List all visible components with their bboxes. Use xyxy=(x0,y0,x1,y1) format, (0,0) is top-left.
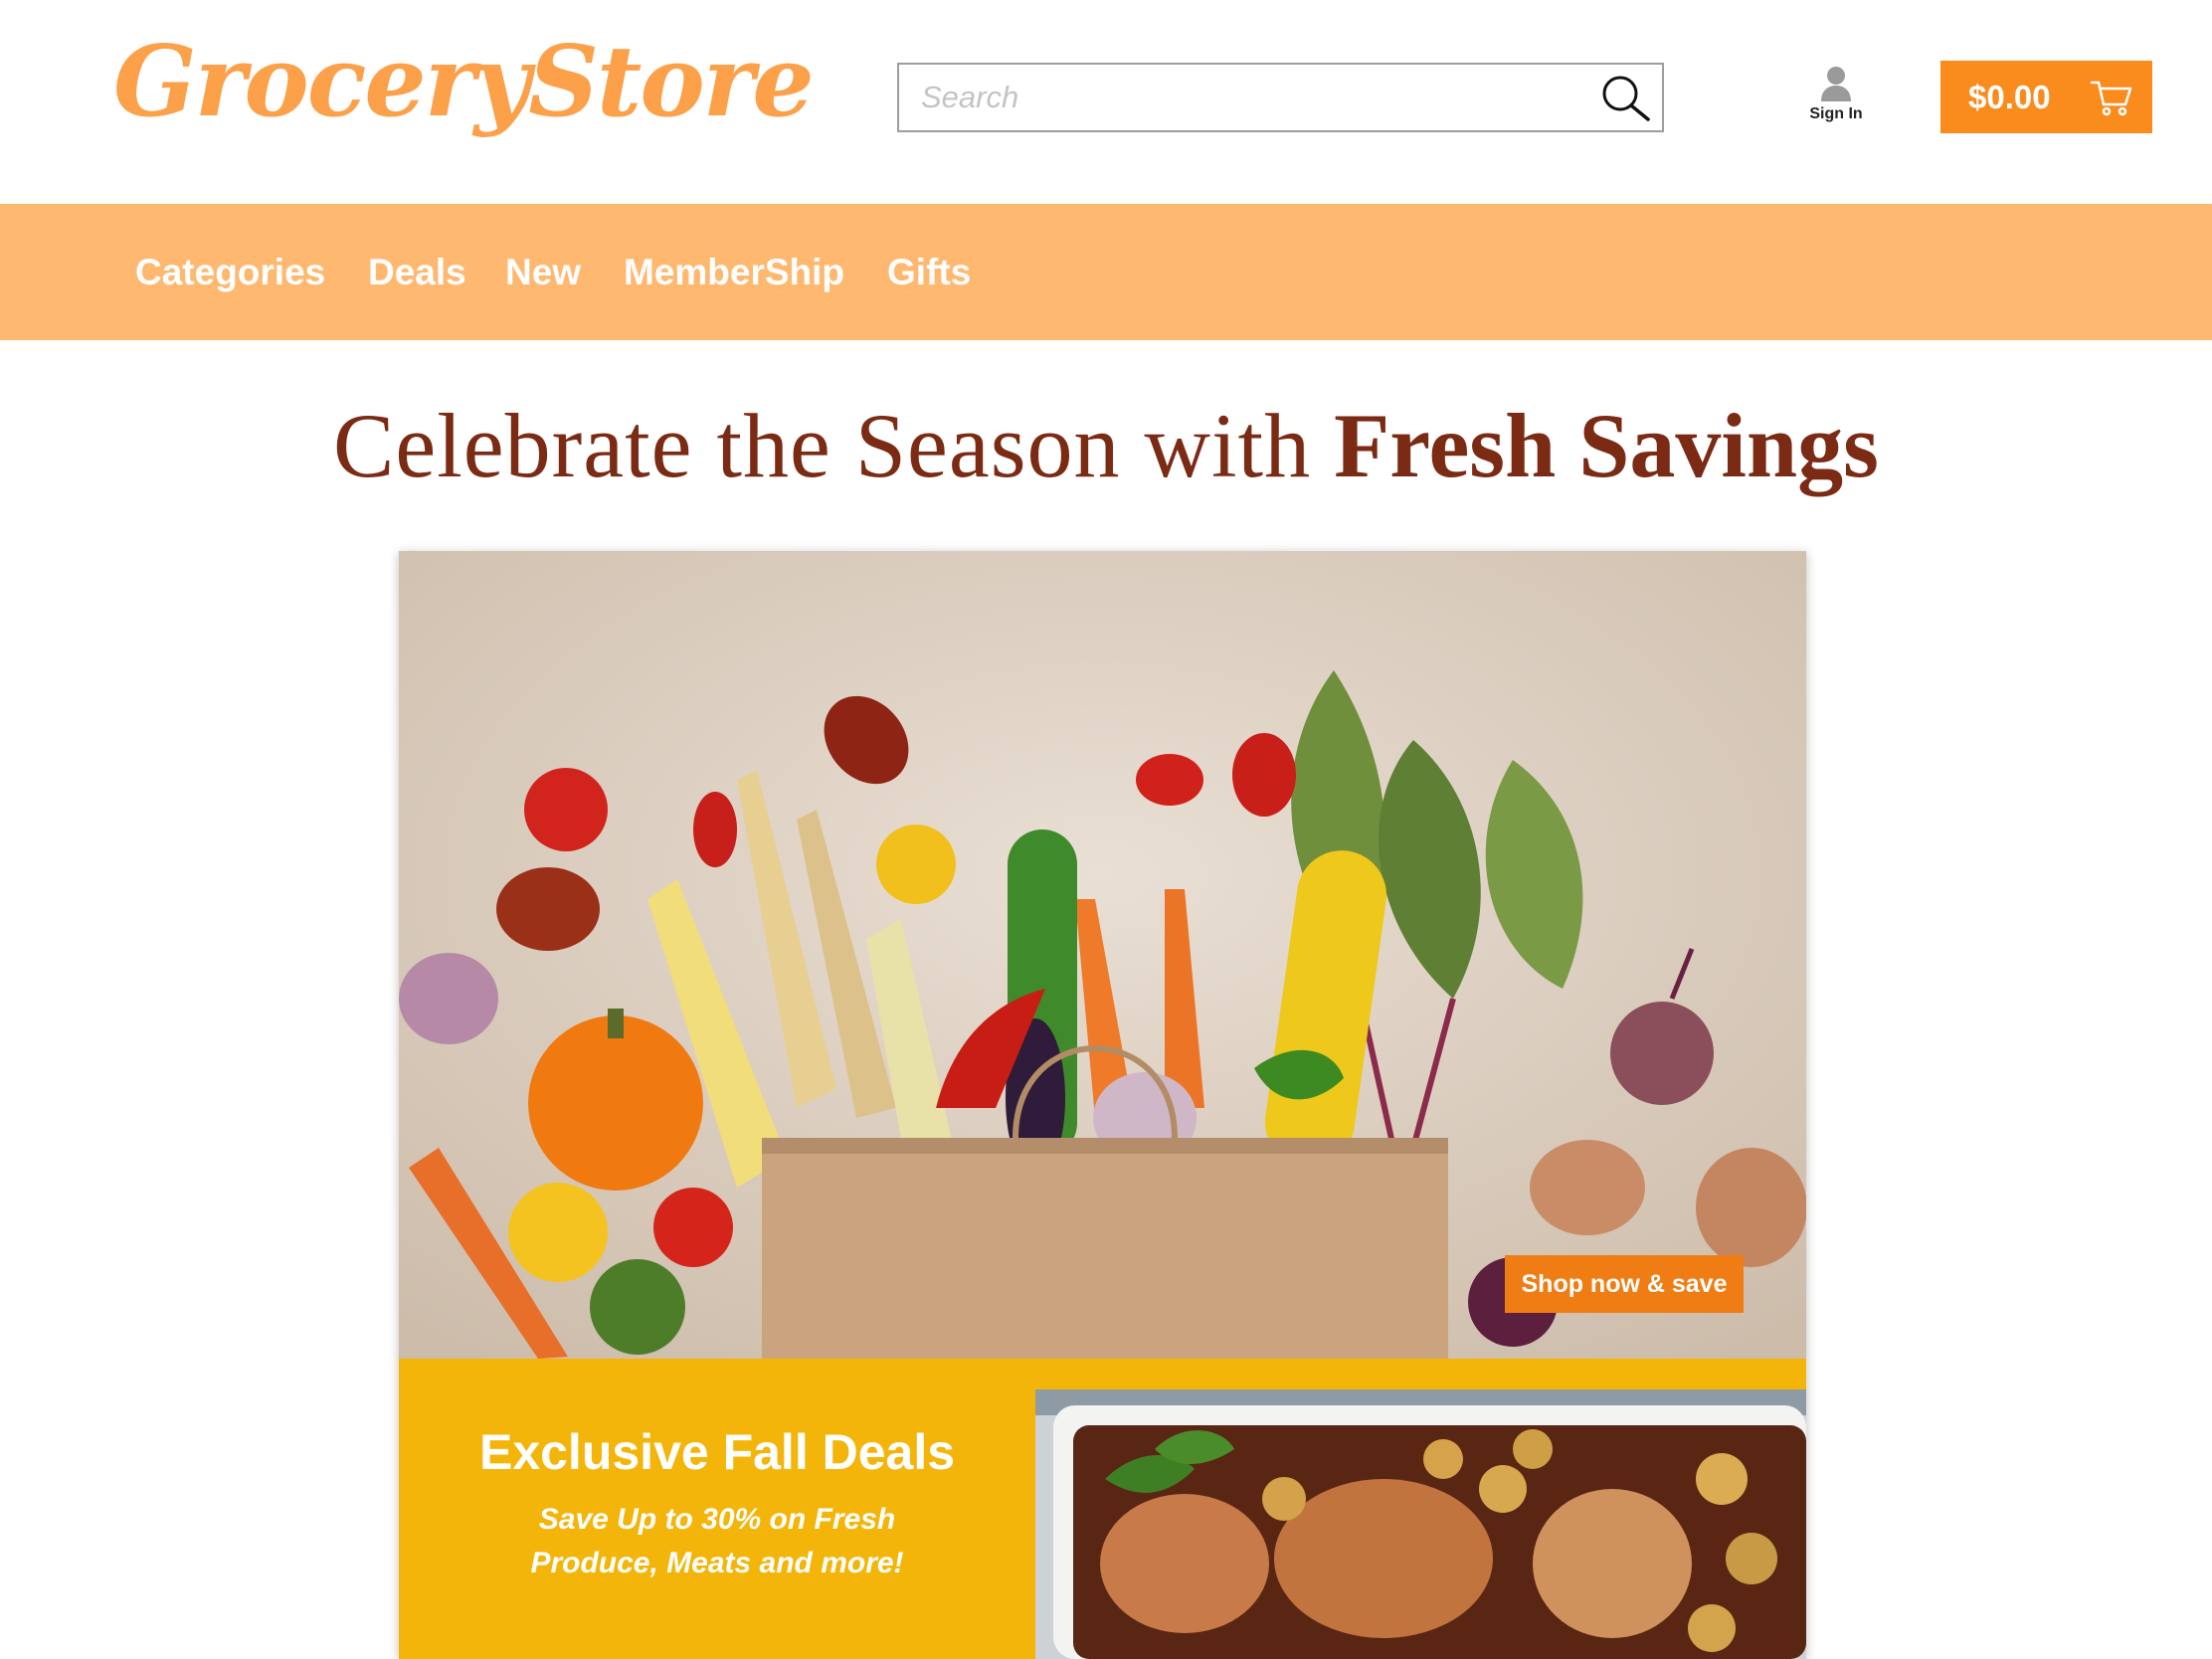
roast-chicken-image xyxy=(1035,1389,1806,1659)
site-header: GroceryStore Sign In $0.00 xyxy=(0,0,2212,204)
nav-item-gifts[interactable]: Gifts xyxy=(887,204,971,340)
store-logo[interactable]: GroceryStore xyxy=(113,18,815,147)
search-icon xyxy=(1602,76,1650,121)
search-input[interactable] xyxy=(899,65,1575,130)
nav-item-categories[interactable]: Categories xyxy=(135,204,325,340)
page-headline: Celebrate the Season with Fresh Savings xyxy=(0,386,2212,505)
cart-total: $0.00 xyxy=(1968,79,2051,115)
hero-banner: Shop now & save Exclusive Fall Deals Sav… xyxy=(399,551,1806,1659)
search-button[interactable] xyxy=(1596,71,1654,124)
shop-now-button[interactable]: Shop now & save xyxy=(1505,1255,1744,1313)
sign-in-button[interactable]: Sign In xyxy=(1796,66,1876,135)
deal-subtitle: Save Up to 30% on Fresh Produce, Meats a… xyxy=(530,1503,904,1579)
sign-in-label: Sign In xyxy=(1809,105,1863,122)
produce-bag-image xyxy=(399,551,1806,1359)
nav-item-new[interactable]: New xyxy=(505,204,581,340)
deal-title: Exclusive Fall Deals xyxy=(478,1424,956,1480)
search-bar xyxy=(897,63,1664,132)
nav-item-membership[interactable]: MemberShip xyxy=(624,204,844,340)
cart-button[interactable]: $0.00 xyxy=(1940,61,2152,133)
headline-text: Celebrate the Season with xyxy=(333,395,1312,496)
shopping-cart-icon xyxy=(2090,81,2132,116)
main-nav: Categories Deals New MemberShip Gifts xyxy=(0,204,2212,340)
nav-item-deals[interactable]: Deals xyxy=(368,204,466,340)
user-icon xyxy=(1821,67,1851,101)
headline-emphasis: Fresh Savings xyxy=(1334,395,1879,496)
